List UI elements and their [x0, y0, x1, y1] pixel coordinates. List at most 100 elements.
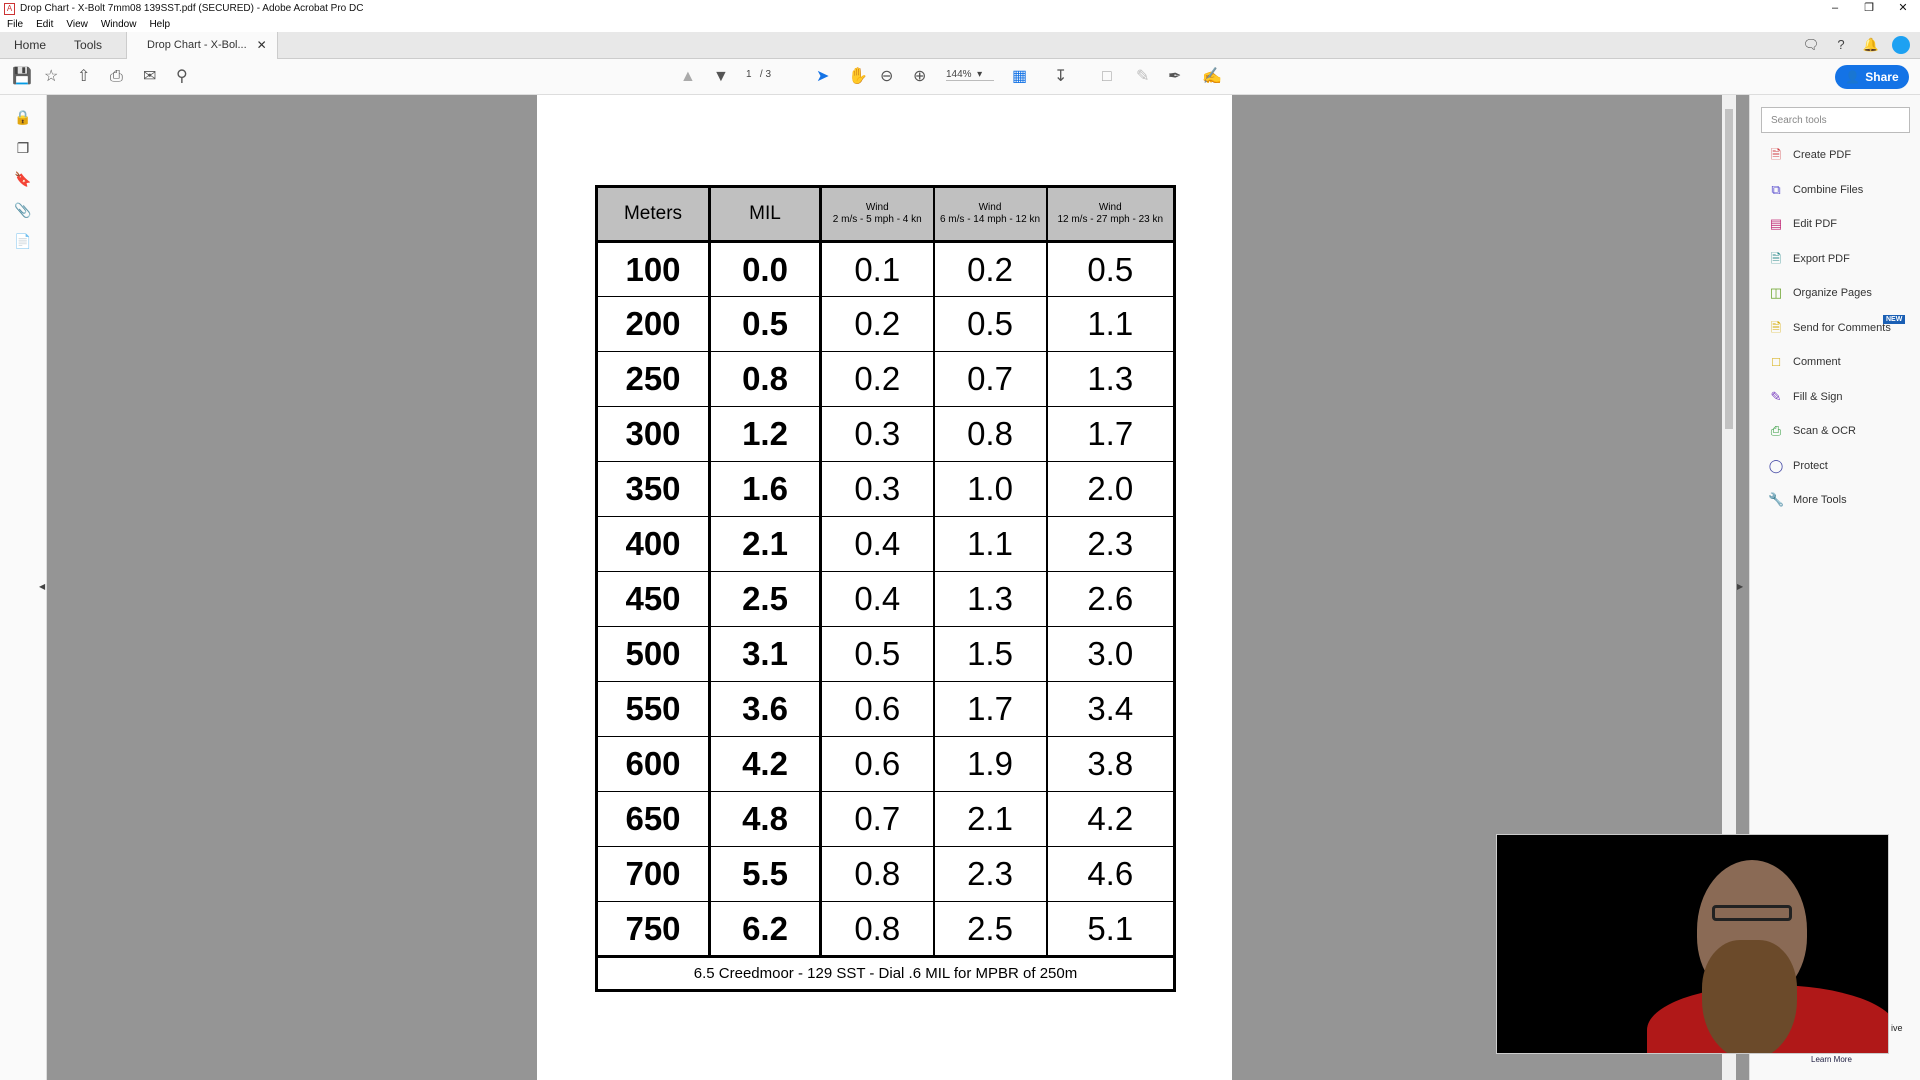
zoom-search-icon[interactable]: ⚲ — [176, 67, 188, 87]
print-icon[interactable]: ⎙ — [110, 67, 123, 87]
pdf-page: Meters MIL Wind 2 m/s - 5 mph - 4 kn Win… — [537, 95, 1232, 1080]
cell-wind-3: 3.8 — [1046, 736, 1175, 792]
share-button[interactable]: 👤 Share — [1835, 65, 1909, 89]
previous-page-icon[interactable]: ▲ — [680, 67, 696, 87]
upload-icon[interactable]: ⇧ — [77, 67, 90, 87]
table-row: 400 2.1 0.4 1.1 2.3 — [596, 516, 1175, 572]
share-user-icon: 👤 — [1845, 70, 1861, 84]
tab-document[interactable]: Drop Chart - X-Bol... ✕ — [126, 31, 278, 59]
cell-wind-1: 0.7 — [820, 791, 935, 847]
chat-icon[interactable]: 🗨 — [1802, 36, 1820, 54]
cell-meters: 400 — [596, 516, 711, 572]
scroll-mode-icon[interactable]: ↧ — [1054, 67, 1067, 87]
table-row: 200 0.5 0.2 0.5 1.1 — [596, 296, 1175, 352]
tool-send-for-comments[interactable]: 🗎 Send for Comments — [1768, 320, 1891, 336]
comment-icon[interactable]: □ — [1102, 67, 1112, 87]
lock-icon[interactable]: 🔒 — [0, 109, 46, 126]
cell-wind-2: 1.3 — [933, 571, 1048, 627]
notification-bell-icon[interactable]: 🔔 — [1862, 36, 1880, 54]
table-row: 750 6.2 0.8 2.5 5.1 — [596, 901, 1175, 957]
bookmark-icon[interactable]: 🔖 — [0, 171, 46, 188]
collapse-left-arrow-icon[interactable]: ◀ — [39, 582, 45, 591]
attachment-icon[interactable]: 📎 — [0, 202, 46, 219]
tool-create-pdf[interactable]: 🗎 Create PDF — [1768, 147, 1851, 163]
header-meters: Meters — [596, 186, 711, 243]
cell-meters: 350 — [596, 461, 711, 517]
tool-icon: ▤ — [1769, 216, 1783, 231]
scrollbar-thumb[interactable] — [1725, 109, 1733, 429]
pages-icon[interactable]: ❐ — [0, 140, 46, 157]
presenter-beard — [1702, 940, 1797, 1053]
cell-wind-1: 0.3 — [820, 461, 935, 517]
select-cursor-icon[interactable]: ➤ — [816, 67, 829, 87]
learn-more-link[interactable]: Learn More — [1811, 1055, 1852, 1064]
tab-tools[interactable]: Tools — [60, 38, 116, 52]
menu-edit[interactable]: Edit — [36, 19, 53, 30]
title-bar: A Drop Chart - X-Bolt 7mm08 139SST.pdf (… — [0, 0, 1920, 17]
menu-help[interactable]: Help — [149, 19, 170, 30]
zoom-level-select[interactable]: 144% ▾ — [946, 69, 994, 81]
cell-wind-2: 1.9 — [933, 736, 1048, 792]
table-row: 350 1.6 0.3 1.0 2.0 — [596, 461, 1175, 517]
tool-edit-pdf[interactable]: ▤ Edit PDF — [1768, 216, 1837, 232]
tool-icon: 🗎 — [1770, 250, 1782, 266]
cell-mil: 4.2 — [709, 736, 822, 792]
next-page-icon[interactable]: ▼ — [713, 67, 729, 87]
cell-mil: 4.8 — [709, 791, 822, 847]
save-icon[interactable]: 💾 — [12, 67, 32, 87]
cell-meters: 550 — [596, 681, 711, 737]
cell-wind-3: 3.0 — [1046, 626, 1175, 682]
hand-tool-icon[interactable]: ✋ — [848, 67, 868, 87]
cell-wind-2: 1.7 — [933, 681, 1048, 737]
close-tab-icon[interactable]: ✕ — [257, 38, 267, 52]
zoom-out-icon[interactable]: ⊖ — [880, 67, 893, 87]
menu-window[interactable]: Window — [101, 19, 137, 30]
search-tools-input[interactable]: Search tools — [1761, 107, 1910, 133]
cell-wind-3: 0.5 — [1046, 241, 1175, 297]
menu-view[interactable]: View — [66, 19, 88, 30]
star-icon[interactable]: ☆ — [44, 67, 58, 87]
page-display-icon[interactable]: ▦ — [1012, 67, 1027, 87]
tool-organize-pages[interactable]: ◫ Organize Pages — [1768, 285, 1872, 301]
cell-wind-2: 0.8 — [933, 406, 1048, 462]
tab-home[interactable]: Home — [0, 38, 60, 52]
tool-more-tools[interactable]: 🔧 More Tools — [1768, 492, 1847, 508]
tool-fill-sign[interactable]: ✎ Fill & Sign — [1768, 389, 1843, 405]
tool-scan-ocr[interactable]: ⎙ Scan & OCR — [1768, 423, 1856, 439]
help-icon[interactable]: ? — [1832, 36, 1850, 54]
cell-wind-2: 0.2 — [933, 241, 1048, 297]
table-row: 250 0.8 0.2 0.7 1.3 — [596, 351, 1175, 407]
document-icon[interactable]: 📄 — [0, 233, 46, 250]
header-wind-2: Wind 6 m/s - 14 mph - 12 kn — [933, 186, 1048, 243]
cell-wind-1: 0.4 — [820, 571, 935, 627]
email-icon[interactable]: ✉ — [143, 67, 156, 87]
cell-meters: 500 — [596, 626, 711, 682]
sign-icon[interactable]: ✒ — [1168, 67, 1181, 87]
cell-mil: 1.6 — [709, 461, 822, 517]
tool-label: More Tools — [1793, 494, 1847, 506]
tool-comment[interactable]: □ Comment — [1768, 354, 1841, 370]
tool-label: Scan & OCR — [1793, 425, 1856, 437]
account-avatar[interactable] — [1892, 36, 1910, 54]
tool-icon: ✎ — [1770, 388, 1782, 404]
highlight-pen-icon[interactable]: ✎ — [1136, 67, 1149, 87]
restore-button[interactable]: ❐ — [1852, 0, 1886, 17]
tool-export-pdf[interactable]: 🗎 Export PDF — [1768, 251, 1850, 267]
cell-wind-3: 1.7 — [1046, 406, 1175, 462]
cell-mil: 6.2 — [709, 901, 822, 957]
cell-wind-3: 3.4 — [1046, 681, 1175, 737]
cell-wind-2: 2.1 — [933, 791, 1048, 847]
edit-document-icon[interactable]: ✍ — [1202, 67, 1222, 87]
tool-combine-files[interactable]: ⧉ Combine Files — [1768, 182, 1863, 198]
zoom-in-icon[interactable]: ⊕ — [913, 67, 926, 87]
acrobat-icon: A — [4, 2, 15, 15]
page-indicator[interactable]: 1 / 3 — [746, 69, 771, 80]
minimize-button[interactable]: – — [1818, 0, 1852, 17]
collapse-right-arrow-icon[interactable]: ▶ — [1737, 582, 1743, 591]
tool-protect[interactable]: ◯ Protect — [1768, 458, 1828, 474]
tool-label: Export PDF — [1793, 252, 1850, 265]
cell-mil: 2.1 — [709, 516, 822, 572]
page-current[interactable]: 1 — [746, 69, 752, 80]
menu-file[interactable]: File — [7, 19, 23, 30]
close-window-button[interactable]: ✕ — [1886, 0, 1920, 17]
